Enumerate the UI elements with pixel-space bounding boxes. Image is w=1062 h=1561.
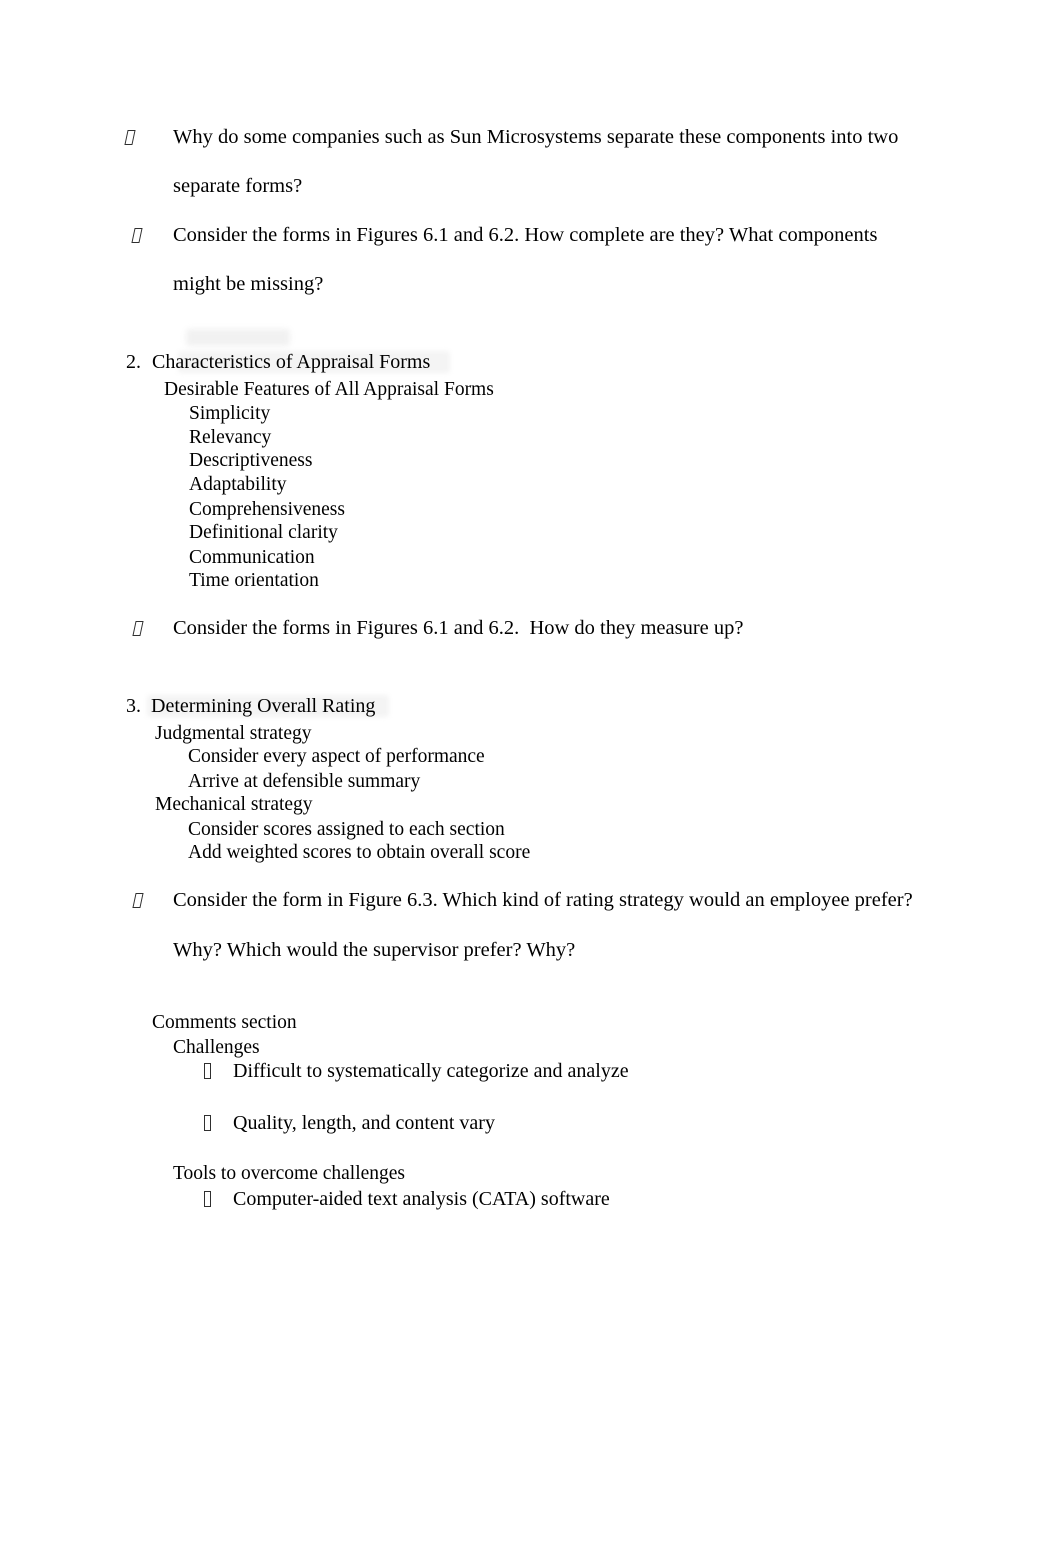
comments-section-heading: Comments section [152,1012,297,1033]
list-item: Comprehensiveness [189,499,345,520]
list-item: Relevancy [189,427,272,448]
list-item: Difficult to systematically categorize a… [233,1060,629,1082]
list-item: Consider scores assigned to each section [188,819,505,840]
question-line: separate forms? [173,175,303,197]
group-heading: Challenges [173,1037,260,1058]
question-line: might be missing? [173,273,324,295]
list-item: Arrive at defensible summary [188,771,421,792]
bullet-missing-glyph-icon [204,1190,211,1209]
section-subheading: Desirable Features of All Appraisal Form… [164,379,494,400]
bullet-missing-glyph-icon [124,128,136,147]
question-line: Consider the forms in Figures 6.1 and 6.… [173,224,878,246]
list-item: Adaptability [189,474,287,495]
list-item: Time orientation [189,570,319,591]
bullet-missing-glyph-icon [131,226,143,245]
section-number: 3. [126,695,141,717]
section-number: 2. [126,351,141,373]
list-item: Consider every aspect of performance [188,746,485,767]
bullet-missing-glyph-icon [204,1062,211,1081]
bullet-missing-glyph-icon [132,891,144,910]
list-item: Descriptiveness [189,450,313,471]
erased-text-artifact [186,329,290,346]
document-page: Why do some companies such as Sun Micros… [0,0,1062,1561]
bullet-missing-glyph-icon [132,619,144,638]
strategy-name: Judgmental strategy [155,723,312,744]
list-item: Definitional clarity [189,522,338,543]
list-item: Quality, length, and content vary [233,1112,495,1134]
group-heading: Tools to overcome challenges [173,1163,406,1184]
question-line: Why do some companies such as Sun Micros… [173,126,899,148]
list-item: Computer-aided text analysis (CATA) soft… [233,1188,610,1210]
bullet-missing-glyph-icon [204,1114,211,1133]
question-line: Consider the form in Figure 6.3. Which k… [173,889,913,911]
question-line: Why? Which would the supervisor prefer? … [173,939,576,961]
question-line: Consider the forms in Figures 6.1 and 6.… [173,617,744,639]
list-item: Add weighted scores to obtain overall sc… [188,842,531,863]
strategy-name: Mechanical strategy [155,794,313,815]
section-heading: Characteristics of Appraisal Forms [152,351,431,373]
list-item: Communication [189,547,315,568]
section-heading: Determining Overall Rating [151,695,376,717]
list-item: Simplicity [189,403,271,424]
